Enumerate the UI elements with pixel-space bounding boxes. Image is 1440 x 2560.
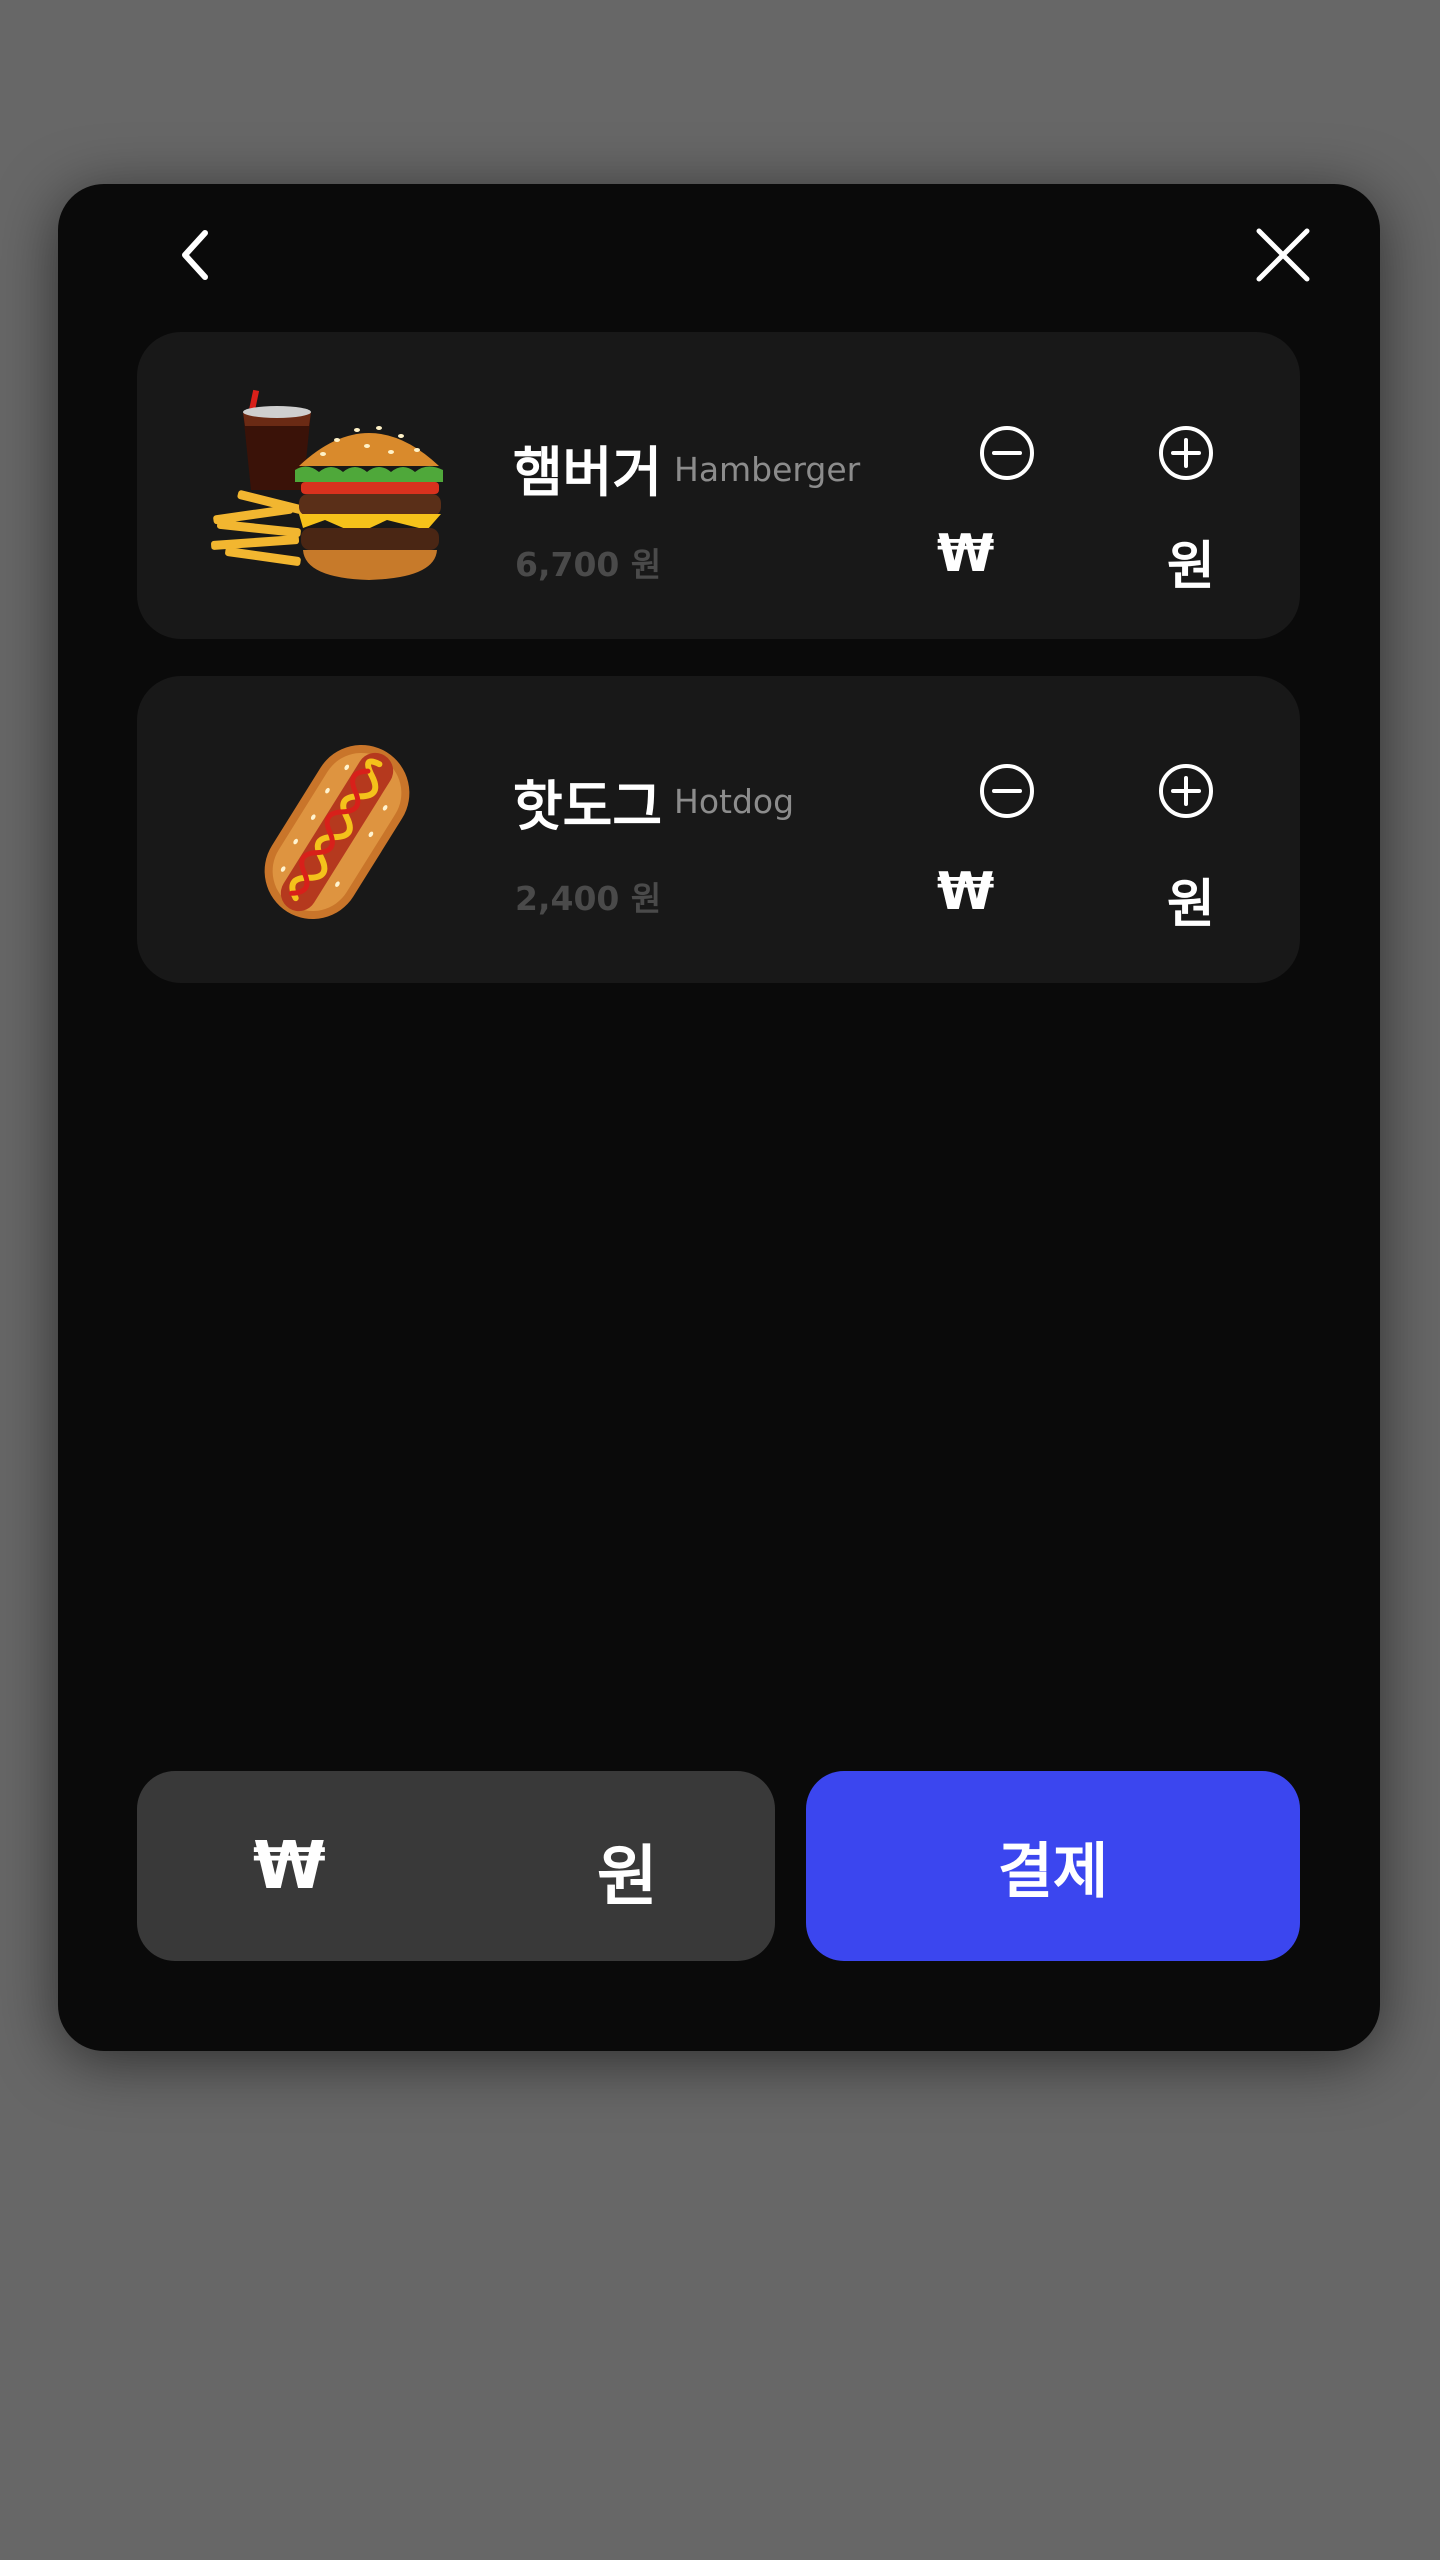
burger-combo-icon (211, 389, 443, 580)
close-button[interactable] (1238, 210, 1328, 300)
item-price: 2,400 원 (515, 879, 662, 918)
cart-item-hamburger: 햄버거 Hamberger 6,700 원 ₩ 원 (137, 332, 1300, 639)
total-amount-symbol: ₩ (253, 1827, 326, 1904)
hotdog-icon (264, 744, 410, 920)
item-price: 6,700 원 (515, 545, 662, 584)
increase-quantity-button[interactable] (1157, 762, 1215, 820)
total-amount-unit: 원 (597, 1838, 658, 1915)
item-name-korean: 햄버거 (513, 441, 663, 504)
item-name-korean: 핫도그 (513, 775, 663, 838)
increase-quantity-button[interactable] (1157, 424, 1215, 482)
item-amount-symbol: ₩ (937, 524, 995, 584)
close-icon (1256, 228, 1310, 282)
item-amount-unit: 원 (1167, 537, 1215, 597)
item-name-english: Hamberger (674, 450, 861, 489)
item-amount-symbol: ₩ (937, 862, 995, 922)
cart-modal: 햄버거 Hamberger 6,700 원 ₩ 원 핫도그 Hotdog 2,4… (58, 184, 1380, 2051)
cart-item-hotdog: 핫도그 Hotdog 2,400 원 ₩ 원 (137, 676, 1300, 983)
decrease-quantity-button[interactable] (978, 424, 1036, 482)
pay-button[interactable]: 결제 (806, 1771, 1300, 1961)
decrease-quantity-button[interactable] (978, 762, 1036, 820)
item-name-english: Hotdog (674, 782, 795, 821)
chevron-left-icon (182, 230, 208, 280)
back-button[interactable] (150, 210, 240, 300)
item-amount-unit: 원 (1167, 875, 1215, 935)
total-amount-box: ₩ 원 (137, 1771, 775, 1961)
